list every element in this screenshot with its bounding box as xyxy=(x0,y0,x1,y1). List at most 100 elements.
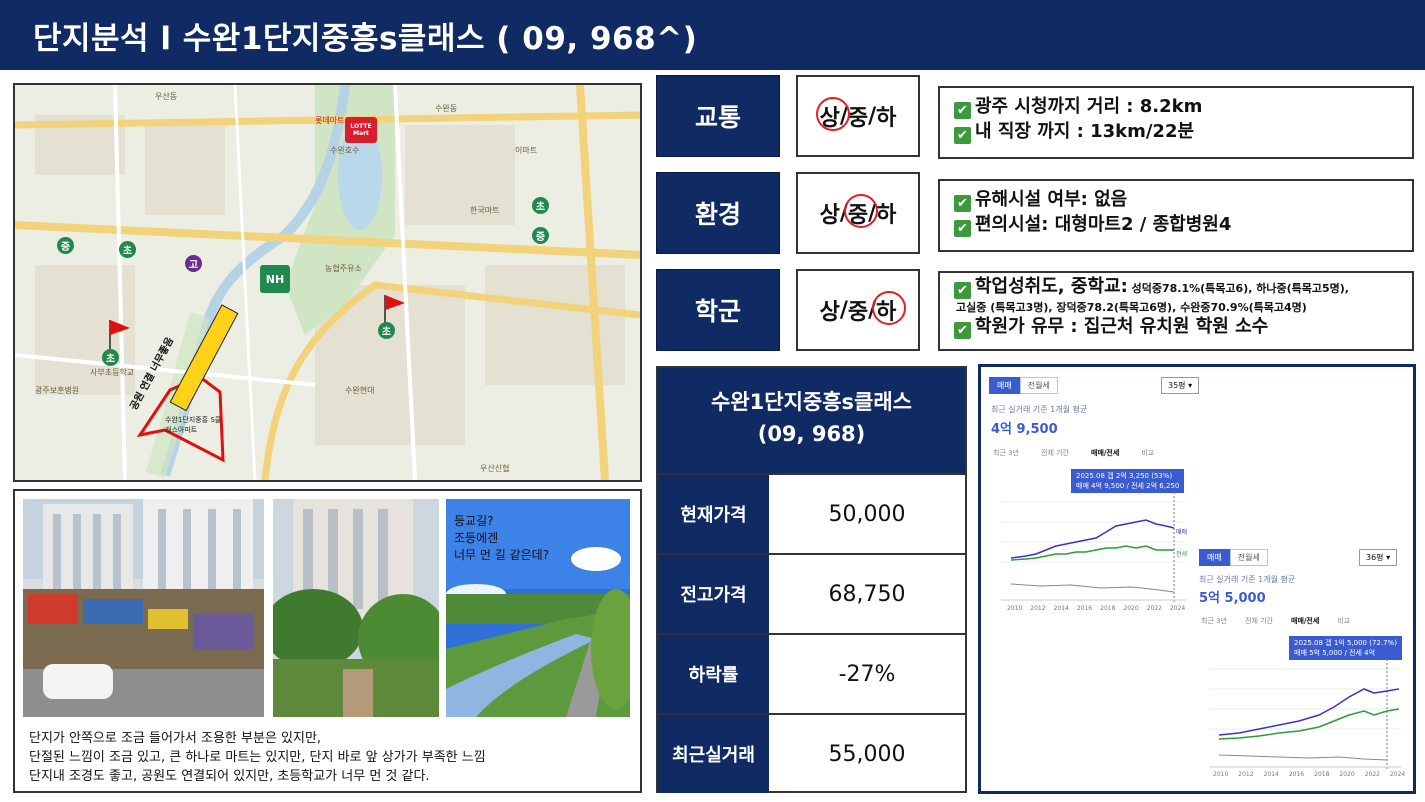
grade-school: 상 / 중 / 하 xyxy=(796,269,920,351)
price-value: 55,000 xyxy=(828,741,906,767)
legend-jeonse: 전세 xyxy=(1176,551,1188,558)
price-label: 최근실거래 xyxy=(658,715,769,793)
x-tick: 2010 xyxy=(1213,771,1229,778)
info-line: 학원가 유무 : 집근처 유치원 학원 소수 xyxy=(975,316,1269,337)
photo-garden[interactable] xyxy=(273,499,439,717)
lotte-mart-marker[interactable]: LOTTE Mart xyxy=(345,117,377,143)
info-line: 편의시설: 대형마트2 / 종합병원4 xyxy=(975,214,1232,235)
price-chart-overlay: 매매 전월세 36평 ▾ 최근 실거래 기준 1개월 평균 5억 5,000 최… xyxy=(1189,541,1413,791)
category-environment: 환경 xyxy=(656,172,780,254)
x-tick: 2020 xyxy=(1123,605,1139,612)
info-line-detail: 성덕중78.1%(특목고6), 하나중(특목고5명), xyxy=(1127,282,1349,295)
category-school: 학군 xyxy=(656,269,780,351)
grade-low: 하 xyxy=(876,203,897,228)
category-transport: 교통 xyxy=(656,75,780,157)
x-tick: 2012 xyxy=(1030,605,1046,612)
check-icon: ✔ xyxy=(954,102,971,119)
x-axis-ticks: 2010 2012 2014 2016 2018 2020 2022 2024 xyxy=(1213,771,1405,778)
chart-tooltip: 2025.08 갭 1억 5,000 (72.7%) 매매 5억 5,000 /… xyxy=(1289,636,1402,660)
chart-caption: 최근 실거래 기준 1개월 평균 xyxy=(1199,575,1296,584)
school-icon[interactable]: 초 xyxy=(102,349,119,366)
info-line: 광주 시청까지 거리 : 8.2km xyxy=(975,96,1203,117)
photos-panel: 등교길? 조등에겐 너무 먼 길 같은데? 단지가 안쪽으로 조금 들어가서 조… xyxy=(13,489,642,793)
size-dropdown[interactable]: 35평 ▾ xyxy=(1161,377,1200,394)
school-icon[interactable]: 중 xyxy=(532,227,549,244)
photo-street[interactable] xyxy=(23,499,264,717)
chevron-down-icon: ▾ xyxy=(1188,381,1193,390)
map-label: 사부초등학교 xyxy=(90,368,135,377)
tab-sale-jeonse[interactable]: 매매/전세 xyxy=(1291,616,1319,626)
price-row-current: 현재가격 50,000 xyxy=(658,473,965,553)
location-map[interactable]: 우산동 수완동 수완호수 농협주유소 광주보훈병원 사부초등학교 우산신협 한국… xyxy=(13,83,642,482)
size-dropdown[interactable]: 36평 ▾ xyxy=(1359,549,1398,566)
price-chart-panel: 매매 전월세 35평 ▾ 최근 실거래 기준 1개월 평균 4억 9,500 최… xyxy=(978,364,1416,794)
price-table-title-line1: 수완1단지중흥s클래스 xyxy=(711,390,912,414)
tooltip-line: 매매 5억 5,000 / 전세 4억 xyxy=(1294,649,1376,657)
tab-range-3y[interactable]: 최근 3년 xyxy=(993,448,1019,458)
map-label: 수완동 xyxy=(435,104,458,113)
x-tick: 2018 xyxy=(1314,771,1330,778)
check-icon: ✔ xyxy=(954,195,971,212)
info-line-detail: 고실중 (특목고3명), 장덕중78.2(특목고6명), 수완중70.9%(특목… xyxy=(956,301,1307,314)
tab-range-all[interactable]: 전체 기간 xyxy=(1245,616,1273,626)
chart-price: 4억 9,500 xyxy=(991,422,1058,437)
tab-jeonse[interactable]: 전월세 xyxy=(1019,377,1058,394)
photo-description: 단지가 안쪽으로 조금 들어가서 조용한 부분은 있지만, 단절된 느낌이 조금… xyxy=(29,731,486,784)
size-dropdown-value: 35평 xyxy=(1168,381,1186,390)
chart-tooltip: 2025.08 갭 2억 3,250 (53%) 매매 4억 9,500 / 전… xyxy=(1071,469,1185,493)
school-icon[interactable]: 중 xyxy=(57,237,74,254)
price-table: 수완1단지중흥s클래스 (09, 968) 현재가격 50,000 전고가격 6… xyxy=(656,366,967,793)
check-icon: ✔ xyxy=(954,127,971,144)
info-school: ✔ 학업성취도, 중학교: 성덕중78.1%(특목고6), 하나중(특목고5명),… xyxy=(938,271,1414,351)
x-tick: 2014 xyxy=(1263,771,1279,778)
map-label: 우산동 xyxy=(155,92,178,101)
tab-jeonse[interactable]: 전월세 xyxy=(1229,549,1268,566)
photo-stream-path[interactable]: 등교길? 조등에겐 너무 먼 길 같은데? xyxy=(446,499,630,717)
x-tick: 2010 xyxy=(1007,605,1023,612)
school-icon[interactable]: 초 xyxy=(378,322,395,339)
price-chart-sub xyxy=(1209,659,1401,769)
info-line: 학업성취도, 중학교: xyxy=(975,276,1128,297)
grade-high-selected: 상 xyxy=(815,97,850,132)
map-label: 광주보훈병원 xyxy=(35,386,80,395)
info-line: 유해시설 여부: 없음 xyxy=(975,189,1128,210)
map-graphic xyxy=(15,85,640,480)
tooltip-line: 매매 4억 9,500 / 전세 2억 6,250 xyxy=(1076,482,1180,490)
grade-transport: 상 / 중 / 하 xyxy=(796,75,920,157)
tab-range-all[interactable]: 전체 기간 xyxy=(1041,448,1069,458)
nh-marker[interactable]: NH xyxy=(260,265,290,293)
check-icon: ✔ xyxy=(954,282,971,299)
price-label: 전고가격 xyxy=(658,555,769,633)
check-icon: ✔ xyxy=(954,220,971,237)
price-row-drop: 하락률 -27% xyxy=(658,633,965,713)
tooltip-line: 2025.08 갭 2억 3,250 (53%) xyxy=(1076,472,1173,480)
map-label: 수완현대 xyxy=(345,386,375,395)
price-value: -27% xyxy=(838,661,896,687)
x-tick: 2016 xyxy=(1076,605,1093,612)
tab-sale[interactable]: 매매 xyxy=(1199,549,1230,566)
info-line: 내 직장 까지 : 13km/22분 xyxy=(975,121,1195,142)
price-value: 50,000 xyxy=(828,501,906,527)
price-label: 현재가격 xyxy=(658,475,769,553)
tab-compare[interactable]: 비교 xyxy=(1337,616,1350,626)
school-icon[interactable]: 고 xyxy=(185,255,202,272)
chart-caption: 최근 실거래 기준 1개월 평균 xyxy=(991,405,1088,414)
info-transport: ✔ 광주 시청까지 거리 : 8.2km ✔ 내 직장 까지 : 13km/22분 xyxy=(938,86,1414,159)
map-label: 농협주유소 xyxy=(325,264,362,273)
x-tick: 2022 xyxy=(1364,771,1380,778)
price-table-title: 수완1단지중흥s클래스 (09, 968) xyxy=(658,368,965,473)
tab-range-3y[interactable]: 최근 3년 xyxy=(1201,616,1227,626)
map-label: 우산신협 xyxy=(480,464,510,473)
grade-low-selected: 하 xyxy=(872,291,907,326)
school-icon[interactable]: 초 xyxy=(119,241,136,258)
school-icon[interactable]: 초 xyxy=(532,197,549,214)
map-label: 수완호수 xyxy=(330,146,360,155)
tab-compare[interactable]: 비교 xyxy=(1141,448,1154,458)
x-tick: 2014 xyxy=(1053,605,1069,612)
tab-sale-jeonse[interactable]: 매매/전세 xyxy=(1091,448,1119,458)
grade-mid-selected: 중 xyxy=(843,194,879,229)
chevron-down-icon: ▾ xyxy=(1386,553,1391,562)
grade-high: 상 xyxy=(819,300,840,325)
legend-sale: 매매 xyxy=(1176,529,1188,536)
tab-sale[interactable]: 매매 xyxy=(989,377,1020,394)
